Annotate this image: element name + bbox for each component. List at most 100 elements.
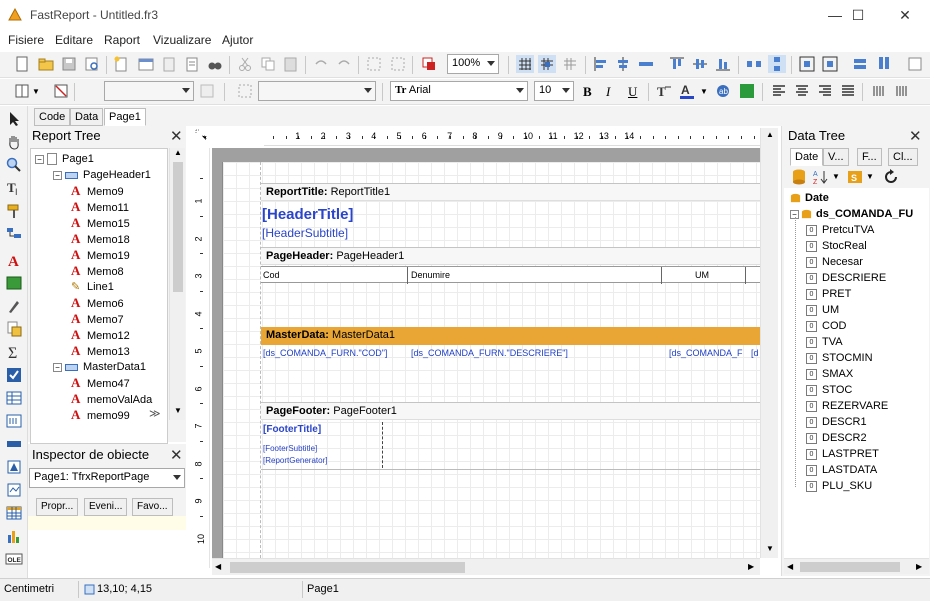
tree-node-memo[interactable]: AmemoValAda — [71, 391, 152, 407]
table-object-icon[interactable] — [5, 504, 23, 522]
center-horizontally-icon[interactable] — [637, 55, 655, 73]
center-in-band-v-icon[interactable] — [821, 55, 839, 73]
frame-icon[interactable] — [236, 82, 254, 100]
page-settings-icon[interactable] — [183, 55, 201, 73]
rich-text-icon[interactable] — [5, 297, 23, 315]
tab-classes[interactable]: Cl... — [888, 148, 918, 166]
chevron-left-icon[interactable]: ◀ — [787, 562, 793, 571]
ole-object-icon[interactable]: OLE — [5, 550, 23, 568]
tree-node-memo[interactable]: A Memo15 — [71, 215, 130, 231]
fit-to-grid-icon[interactable] — [561, 55, 579, 73]
band-header-pageheader[interactable]: PageHeader: PageHeader1 — [261, 247, 761, 265]
tab-page1[interactable]: Page1 — [104, 108, 146, 126]
chevron-down-icon[interactable]: ▼ — [32, 87, 40, 96]
checkbox-object-icon[interactable] — [5, 366, 23, 384]
subreport-icon[interactable] — [5, 320, 23, 338]
data-field-item[interactable]: 0 UM — [806, 302, 839, 318]
show-grid-icon[interactable] — [516, 55, 534, 73]
tree-node-page[interactable]: − Page1 — [35, 151, 94, 167]
tree-node-memo[interactable]: A Memo18 — [71, 231, 130, 247]
tab-functions[interactable]: F... — [857, 148, 882, 166]
cross-tab-icon[interactable] — [5, 389, 23, 407]
ungroup-icon[interactable] — [389, 55, 407, 73]
collapse-icon[interactable]: − — [53, 362, 62, 372]
redo-icon[interactable] — [335, 55, 353, 73]
chevron-down-icon[interactable]: ▼ — [174, 406, 182, 415]
diagram-object-icon[interactable] — [5, 481, 23, 499]
menu-vizualizare[interactable]: Vizualizare — [153, 33, 211, 47]
header-subtitle-field[interactable]: [HeaderSubtitle] — [262, 226, 348, 240]
paste-icon[interactable] — [282, 55, 300, 73]
tab-properties[interactable]: Propr... — [36, 498, 79, 516]
field-extra[interactable]: [d — [751, 348, 759, 358]
menu-ajutor[interactable]: Ajutor — [222, 33, 253, 47]
data-field-item[interactable]: 0 DESCR2 — [806, 430, 867, 446]
chevron-up-icon[interactable]: ▲ — [766, 130, 774, 139]
tree-node-memo[interactable]: A Memo11 — [71, 199, 129, 215]
menu-raport[interactable]: Raport — [104, 33, 140, 47]
zoom-tool-icon[interactable] — [5, 156, 23, 174]
menu-fisiere[interactable]: Fisiere — [8, 33, 44, 47]
text-justify-icon[interactable] — [839, 82, 857, 100]
tree-node-line[interactable]: ✎ Line1 — [71, 279, 114, 295]
collapse-icon[interactable]: − — [35, 154, 44, 164]
dataset-node[interactable]: − ds_COMANDA_FU — [790, 206, 913, 222]
new-report-icon[interactable] — [13, 55, 31, 73]
tree-node-memo[interactable]: A Memo13 — [71, 343, 130, 359]
chevron-right-icon[interactable]: ▶ — [748, 562, 754, 571]
tree-node-memo[interactable]: A Memo12 — [71, 327, 130, 343]
data-field-item[interactable]: 0 LASTPRET — [806, 446, 879, 462]
tree-node-band[interactable]: − PageHeader1 — [53, 167, 151, 183]
undo-icon[interactable] — [312, 55, 330, 73]
chevron-left-icon[interactable]: ◀ — [215, 562, 221, 571]
highlight-select[interactable] — [258, 81, 376, 101]
text-align-right-icon[interactable] — [816, 82, 834, 100]
close-icon[interactable]: ✕ — [170, 127, 183, 145]
data-field-item[interactable]: 0 REZERVARE — [806, 398, 888, 414]
tab-code[interactable]: Code — [34, 108, 71, 126]
valign-middle-icon[interactable] — [893, 82, 911, 100]
header-title-field[interactable]: [HeaderTitle] — [262, 206, 353, 223]
data-field-item[interactable]: 0 DESCRIERE — [806, 270, 886, 286]
menu-editare[interactable]: Editare — [55, 33, 93, 47]
sum-icon[interactable]: Σ — [5, 343, 23, 361]
tab-favorites[interactable]: Favo... — [132, 498, 173, 516]
report-page[interactable]: ReportTitle: ReportTitle1 [HeaderTitle] … — [222, 162, 761, 558]
field-cod[interactable]: [ds_COMANDA_FURN."COD"] — [263, 348, 387, 358]
font-size-select[interactable]: 10 — [534, 81, 574, 101]
chart-object-icon[interactable] — [5, 527, 23, 545]
bold-button[interactable]: B — [583, 84, 592, 100]
data-tree-horizontal-scrollbar[interactable]: ◀ ▶ — [784, 558, 929, 574]
picture-object-icon[interactable] — [5, 274, 23, 292]
align-left-icon[interactable] — [592, 55, 610, 73]
designer-vertical-scrollbar[interactable]: ▲ ▼ — [760, 128, 778, 558]
tab-date[interactable]: Date — [790, 148, 824, 166]
data-field-item[interactable]: 0 STOCMIN — [806, 350, 873, 366]
insert-object-icon[interactable] — [420, 55, 438, 73]
rotation-icon[interactable] — [738, 82, 756, 100]
object-select[interactable]: Page1: TfrxReportPage — [29, 468, 185, 488]
line-object-icon[interactable] — [5, 435, 23, 453]
data-field-item[interactable]: 0 TVA — [806, 334, 843, 350]
valign-top-icon[interactable] — [870, 82, 888, 100]
scroll-thumb[interactable] — [230, 562, 465, 573]
data-field-item[interactable]: 0 PRET — [806, 286, 851, 302]
new-dialog-icon[interactable] — [137, 55, 155, 73]
barcode-panel-icon[interactable] — [5, 412, 23, 430]
band-header-masterdata[interactable]: MasterData: MasterData1 — [261, 327, 761, 345]
tree-node-memo[interactable]: A Memo8 — [71, 263, 124, 279]
tree-node-memo[interactable]: A Memo6 — [71, 295, 124, 311]
data-field-item[interactable]: 0 SMAX — [806, 366, 853, 382]
column-denumire[interactable]: Denumire — [411, 270, 450, 280]
field-um[interactable]: [ds_COMANDA_F — [669, 348, 743, 358]
tree-node-memo[interactable]: Amemo99 — [71, 407, 130, 423]
sort-az-icon[interactable]: AZ — [812, 168, 830, 186]
more-tools-icon[interactable] — [906, 55, 924, 73]
hand-tool-icon[interactable] — [5, 133, 23, 151]
zoom-select[interactable]: 100% — [447, 54, 499, 74]
column-um[interactable]: UM — [695, 270, 709, 280]
close-button[interactable]: ✕ — [882, 0, 928, 30]
close-icon[interactable]: ✕ — [909, 127, 922, 145]
band-header-pagefooter[interactable]: PageFooter: PageFooter1 — [261, 402, 761, 420]
chevron-up-icon[interactable]: ▲ — [174, 148, 182, 157]
